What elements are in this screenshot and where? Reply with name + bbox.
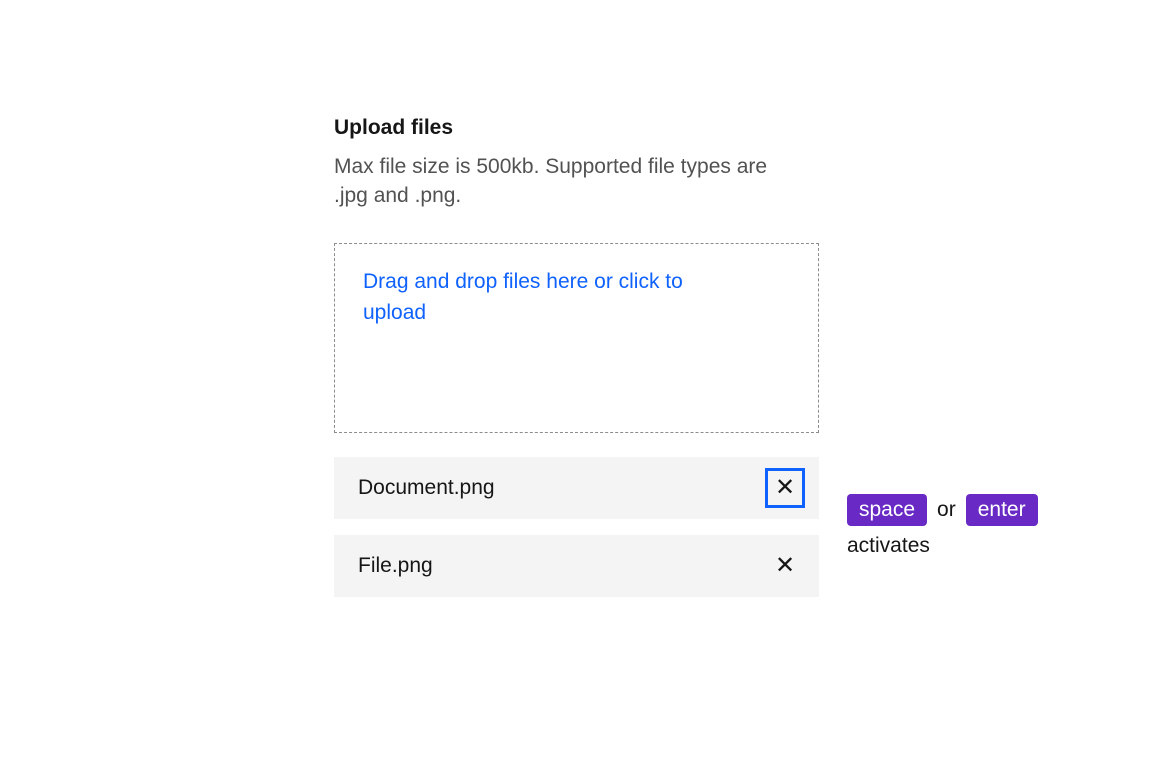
uploaded-file-row: Document.png ✕ [334, 457, 819, 519]
file-name-label: Document.png [358, 476, 495, 500]
upload-title: Upload files [334, 116, 1084, 140]
hint-verb-text: activates [847, 534, 1038, 558]
uploaded-file-row: File.png ✕ [334, 535, 819, 597]
file-dropzone[interactable]: Drag and drop files here or click to upl… [334, 243, 819, 433]
dropzone-instructions: Drag and drop files here or click to upl… [363, 266, 683, 329]
file-name-label: File.png [358, 554, 433, 578]
hint-or-text: or [937, 498, 956, 522]
keyboard-hint: space or enter activates [847, 494, 1038, 558]
hint-keys-row: space or enter [847, 494, 1038, 526]
remove-file-button[interactable]: ✕ [765, 468, 805, 508]
remove-file-button[interactable]: ✕ [765, 546, 805, 586]
upload-description: Max file size is 500kb. Supported file t… [334, 152, 774, 211]
key-enter: enter [966, 494, 1038, 526]
close-icon: ✕ [775, 476, 795, 500]
key-space: space [847, 494, 927, 526]
close-icon: ✕ [775, 554, 795, 578]
